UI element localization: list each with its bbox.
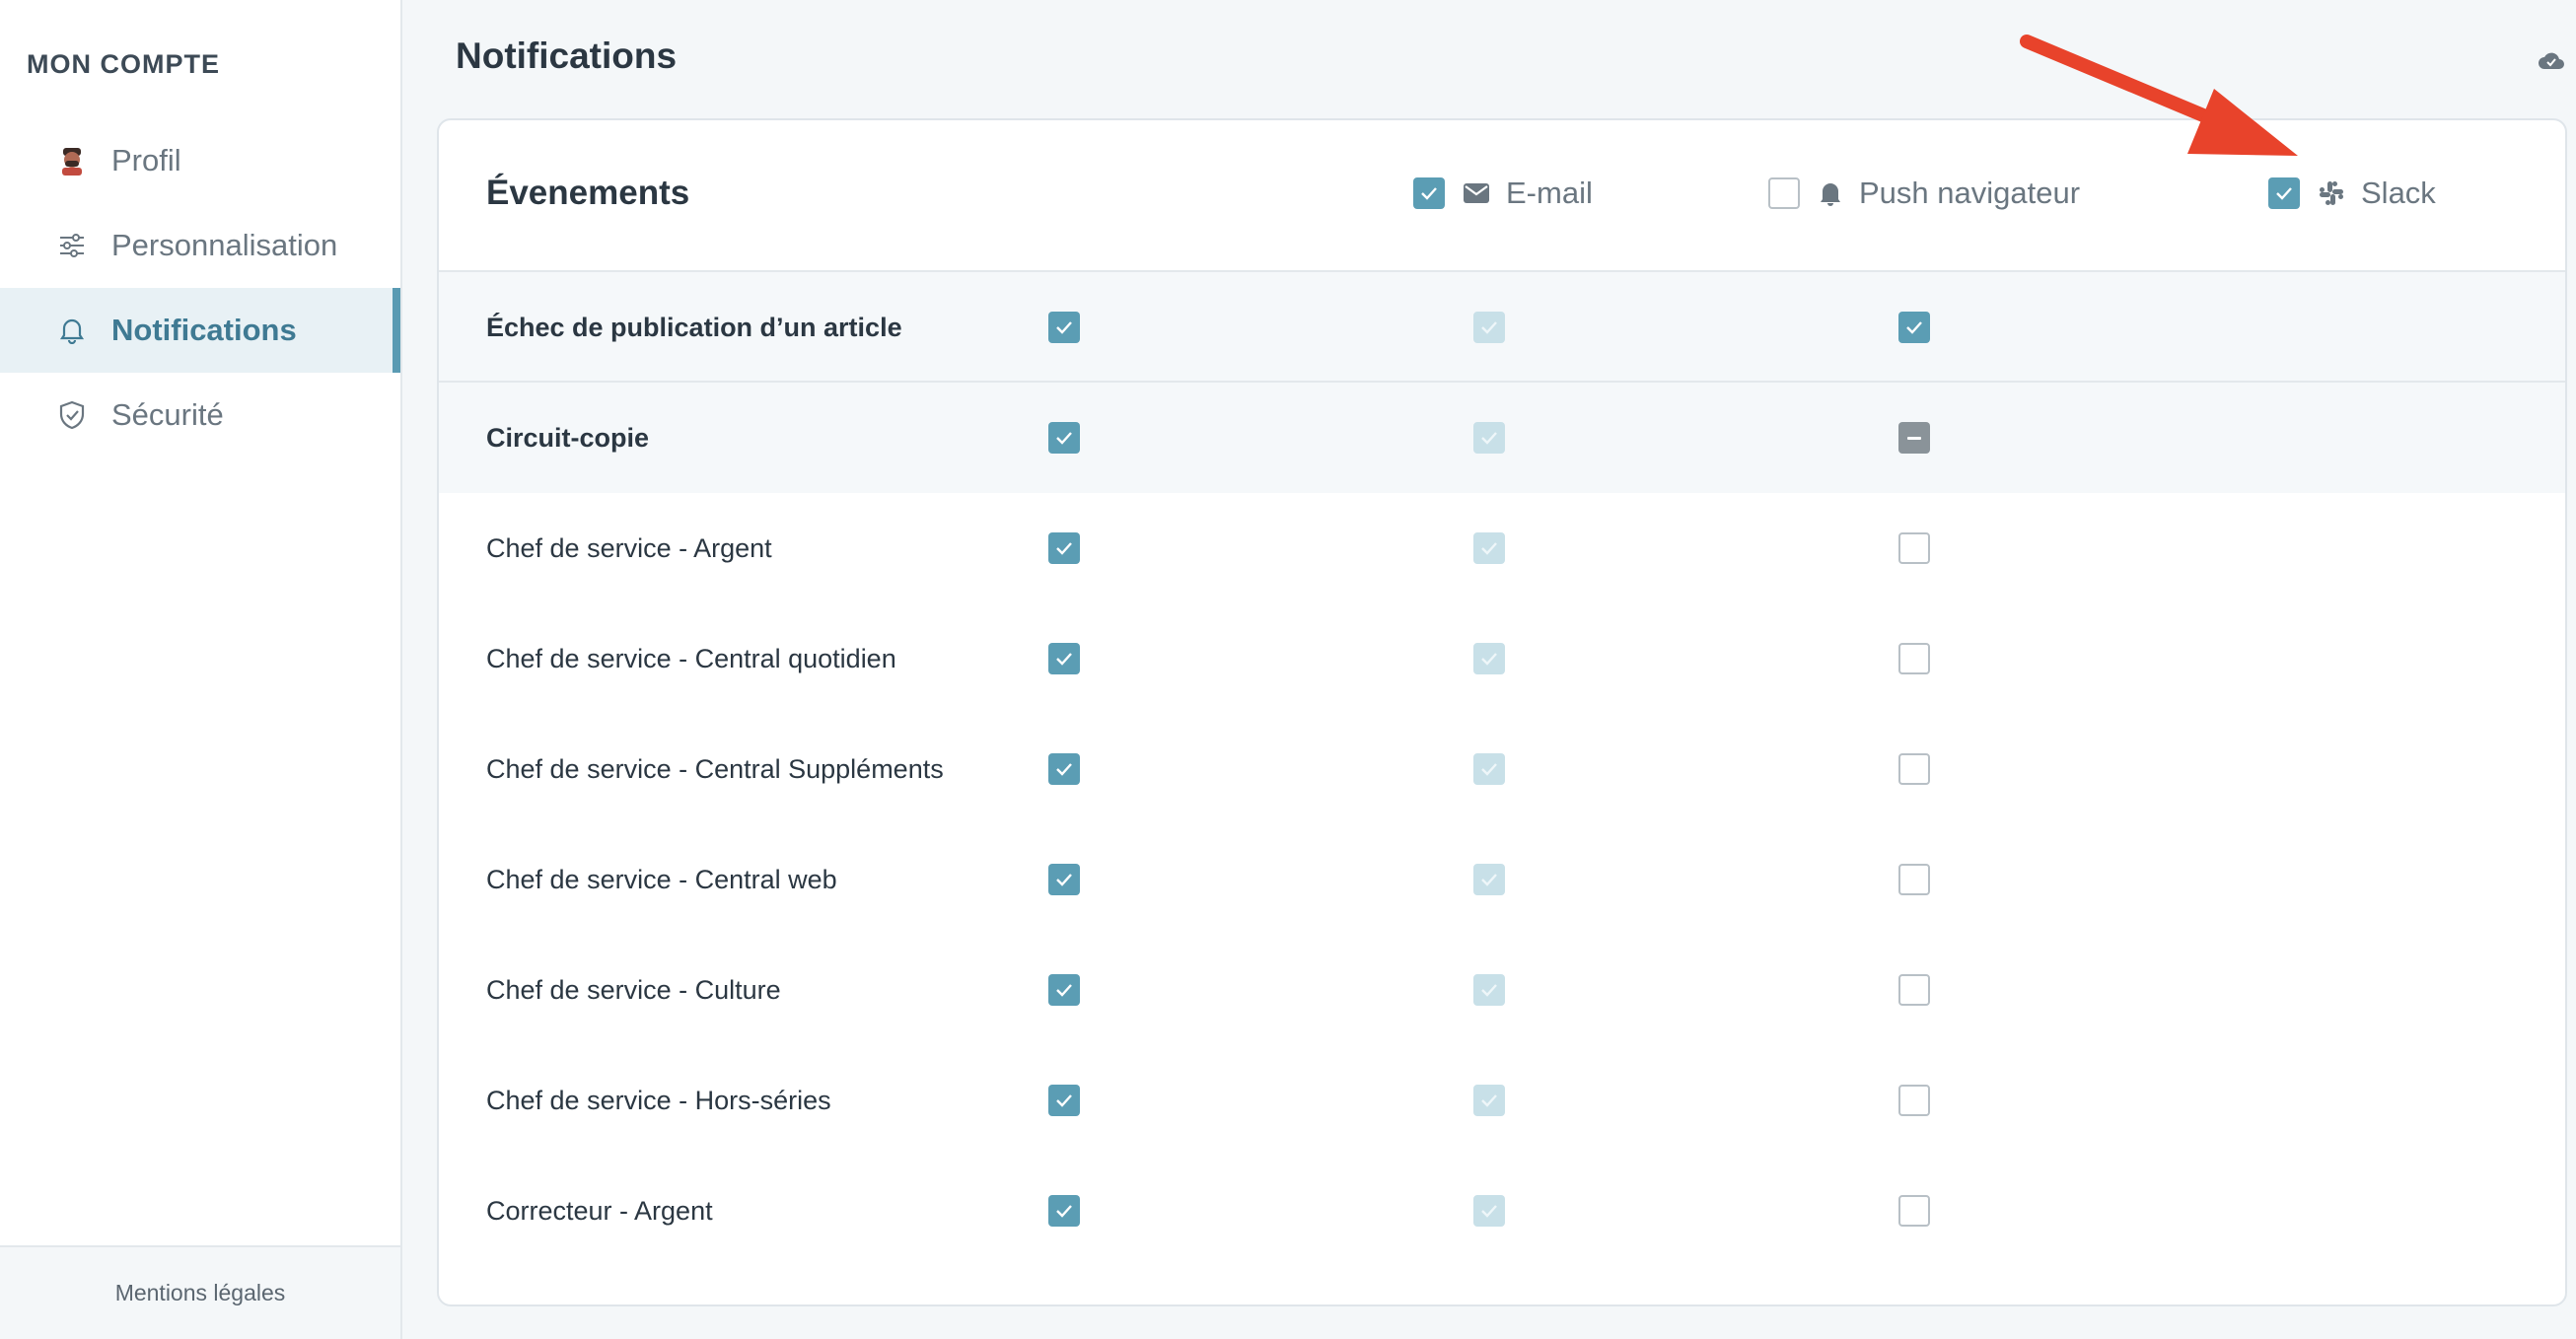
event-label: Échec de publication d’un article <box>486 312 902 342</box>
table-row: Circuit-copie <box>439 383 2565 493</box>
push-checkbox[interactable] <box>1473 532 1505 564</box>
table-row: Chef de service - Hors-séries <box>439 1045 2565 1156</box>
push-all-checkbox[interactable] <box>1768 177 1800 209</box>
slack-all-checkbox[interactable] <box>2268 177 2300 209</box>
column-push: Push navigateur <box>1768 176 2080 211</box>
sidebar-item-label: Sécurité <box>111 397 224 432</box>
event-label: Chef de service - Hors-séries <box>486 1085 831 1115</box>
email-checkbox[interactable] <box>1048 643 1080 674</box>
event-label: Chef de service - Culture <box>486 974 781 1005</box>
email-checkbox[interactable] <box>1048 753 1080 785</box>
push-checkbox[interactable] <box>1473 422 1505 454</box>
sidebar-item-label: Notifications <box>111 313 297 347</box>
sidebar-item-label: Personnalisation <box>111 228 338 262</box>
sidebar-item-label: Profil <box>111 143 181 177</box>
push-checkbox[interactable] <box>1473 643 1505 674</box>
event-label: Circuit-copie <box>486 422 650 453</box>
table-row: Chef de service - Argent <box>439 493 2565 603</box>
email-checkbox[interactable] <box>1048 422 1080 454</box>
event-label: Chef de service - Central quotidien <box>486 643 896 673</box>
mail-icon <box>1463 182 1490 204</box>
slack-checkbox[interactable] <box>1898 753 1930 785</box>
column-label: Push navigateur <box>1859 176 2081 210</box>
event-label: Correcteur - Argent <box>486 1195 713 1226</box>
slack-checkbox[interactable] <box>1898 1085 1930 1116</box>
sidebar-item-personnalisation[interactable]: Personnalisation <box>0 203 400 288</box>
notifications-card: Évenements E-mail Push navigateur Slack … <box>437 118 2567 1306</box>
shield-icon <box>56 399 88 431</box>
column-email: E-mail <box>1413 176 1593 211</box>
table-row: Chef de service - Central quotidien <box>439 603 2565 714</box>
bell-icon <box>56 315 88 346</box>
sliders-icon <box>56 230 88 261</box>
slack-checkbox[interactable] <box>1898 422 1930 454</box>
sidebar-nav: Profil Personnalisation Notifications Sé… <box>0 118 400 458</box>
avatar-icon <box>56 145 88 176</box>
slack-checkbox[interactable] <box>1898 864 1930 895</box>
email-all-checkbox[interactable] <box>1413 177 1445 209</box>
cloud-icon <box>2537 49 2566 76</box>
events-table-body: Échec de publication d’un article Circuit… <box>439 272 2565 1266</box>
push-checkbox[interactable] <box>1473 974 1505 1006</box>
sidebar-item-notifications[interactable]: Notifications <box>0 288 400 373</box>
table-row: Chef de service - Central Suppléments <box>439 714 2565 824</box>
sidebar-item-securite[interactable]: Sécurité <box>0 373 400 458</box>
email-checkbox[interactable] <box>1048 1195 1080 1227</box>
red-arrow-annotation <box>2020 35 2298 156</box>
table-row: Échec de publication d’un article <box>439 272 2565 383</box>
slack-checkbox[interactable] <box>1898 312 1930 343</box>
column-label: Slack <box>2361 176 2436 210</box>
table-row: Chef de service - Culture <box>439 935 2565 1045</box>
slack-checkbox[interactable] <box>1898 974 1930 1006</box>
column-label: E-mail <box>1506 176 1593 210</box>
email-checkbox[interactable] <box>1048 532 1080 564</box>
slack-checkbox[interactable] <box>1898 532 1930 564</box>
email-checkbox[interactable] <box>1048 864 1080 895</box>
sidebar: MON COMPTE Profil Personnalisation Notif… <box>0 0 402 1339</box>
event-label: Chef de service - Central Suppléments <box>486 753 944 784</box>
bell-icon <box>1818 179 1843 207</box>
table-row: Correcteur - Argent <box>439 1156 2565 1266</box>
push-checkbox[interactable] <box>1473 312 1505 343</box>
sidebar-item-profil[interactable]: Profil <box>0 118 400 203</box>
slack-icon <box>2318 179 2345 207</box>
email-checkbox[interactable] <box>1048 1085 1080 1116</box>
sidebar-title: MON COMPTE <box>27 49 220 79</box>
column-slack: Slack <box>2268 176 2436 211</box>
event-label: Chef de service - Central web <box>486 864 837 894</box>
events-title: Évenements <box>486 174 690 212</box>
table-row: Chef de service - Central web <box>439 824 2565 935</box>
slack-checkbox[interactable] <box>1898 643 1930 674</box>
email-checkbox[interactable] <box>1048 312 1080 343</box>
push-checkbox[interactable] <box>1473 1085 1505 1116</box>
page-title: Notifications <box>456 35 678 76</box>
push-checkbox[interactable] <box>1473 753 1505 785</box>
push-checkbox[interactable] <box>1473 864 1505 895</box>
mentions-legales-link[interactable]: Mentions légales <box>0 1245 400 1339</box>
push-checkbox[interactable] <box>1473 1195 1505 1227</box>
event-label: Chef de service - Argent <box>486 532 772 563</box>
app-window: MON COMPTE Profil Personnalisation Notif… <box>0 0 2576 1339</box>
slack-checkbox[interactable] <box>1898 1195 1930 1227</box>
email-checkbox[interactable] <box>1048 974 1080 1006</box>
